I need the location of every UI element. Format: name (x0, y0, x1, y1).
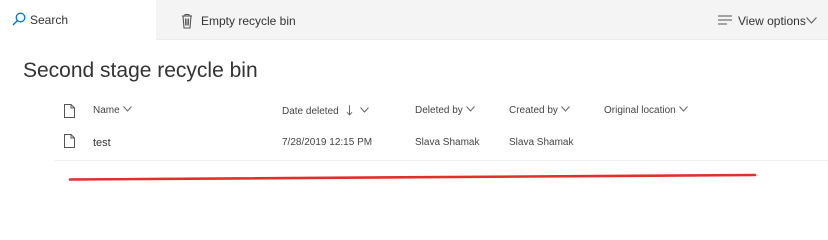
annotation-underline (68, 173, 757, 181)
